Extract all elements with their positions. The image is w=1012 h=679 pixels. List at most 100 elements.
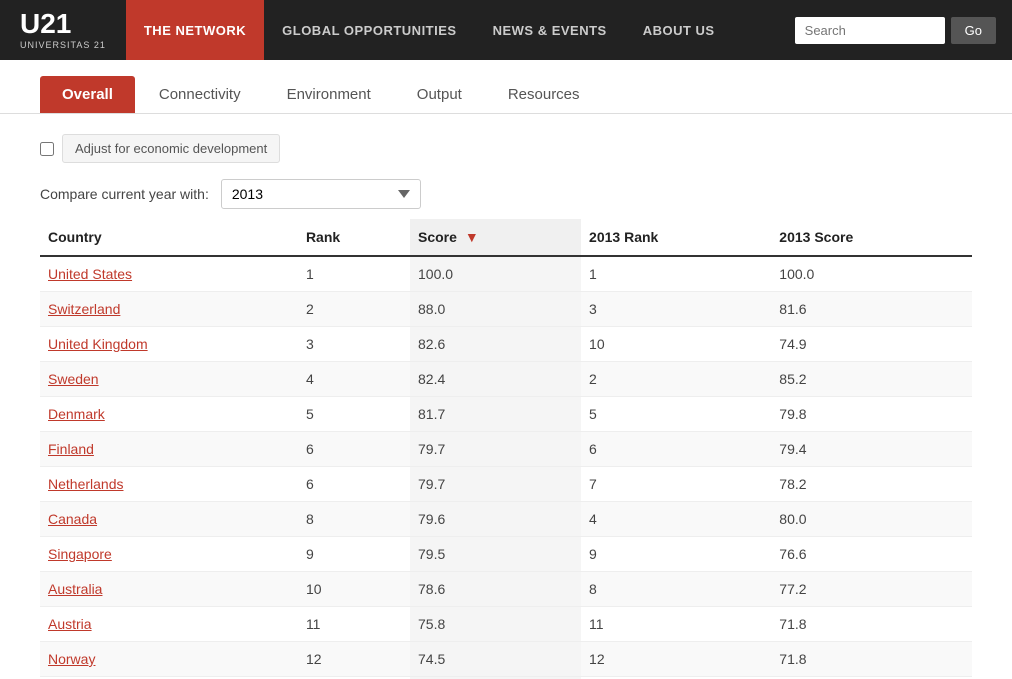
cell-rank: 10 (298, 572, 410, 607)
cell-score-2013: 85.2 (771, 362, 972, 397)
cell-score-2013: 74.9 (771, 327, 972, 362)
cell-country: Norway (40, 642, 298, 677)
country-link[interactable]: Denmark (48, 406, 105, 422)
country-link[interactable]: Singapore (48, 546, 112, 562)
nav-the-network[interactable]: THE NETWORK (126, 0, 264, 60)
col-country: Country (40, 219, 298, 256)
table-row: Netherlands679.7778.2 (40, 467, 972, 502)
cell-score-2013: 100.0 (771, 256, 972, 292)
compare-label: Compare current year with: (40, 186, 209, 202)
cell-country: Sweden (40, 362, 298, 397)
cell-rank-2013: 4 (581, 502, 771, 537)
table-row: Norway1274.51271.8 (40, 642, 972, 677)
cell-rank-2013: 5 (581, 397, 771, 432)
cell-score: 82.4 (410, 362, 581, 397)
table-row: Singapore979.5976.6 (40, 537, 972, 572)
cell-score-2013: 78.2 (771, 467, 972, 502)
cell-score-2013: 71.8 (771, 607, 972, 642)
cell-rank-2013: 6 (581, 432, 771, 467)
cell-score-2013: 81.6 (771, 292, 972, 327)
country-link[interactable]: Australia (48, 581, 102, 597)
cell-rank: 3 (298, 327, 410, 362)
cell-country: Australia (40, 572, 298, 607)
nav-links: THE NETWORK GLOBAL OPPORTUNITIES NEWS & … (126, 0, 779, 60)
search-input[interactable] (795, 17, 945, 44)
cell-rank: 4 (298, 362, 410, 397)
controls: Adjust for economic development Compare … (0, 114, 1012, 219)
nav-global-opportunities[interactable]: GLOBAL OPPORTUNITIES (264, 0, 474, 60)
col-rank: Rank (298, 219, 410, 256)
col-2013-score: 2013 Score (771, 219, 972, 256)
country-link[interactable]: Canada (48, 511, 97, 527)
cell-country: Finland (40, 432, 298, 467)
cell-score: 81.7 (410, 397, 581, 432)
cell-score: 78.6 (410, 572, 581, 607)
adjust-checkbox[interactable] (40, 142, 54, 156)
logo-main: U21 (20, 10, 106, 38)
nav-about-us[interactable]: ABOUT US (625, 0, 733, 60)
cell-rank: 2 (298, 292, 410, 327)
cell-rank-2013: 9 (581, 537, 771, 572)
country-link[interactable]: Norway (48, 651, 95, 667)
country-link[interactable]: Finland (48, 441, 94, 457)
search-area: Go (779, 0, 1012, 60)
table-row: Australia1078.6877.2 (40, 572, 972, 607)
cell-score-2013: 80.0 (771, 502, 972, 537)
cell-rank-2013: 10 (581, 327, 771, 362)
tab-output[interactable]: Output (395, 76, 484, 113)
country-link[interactable]: Switzerland (48, 301, 120, 317)
cell-rank: 12 (298, 642, 410, 677)
go-button[interactable]: Go (951, 17, 996, 44)
country-link[interactable]: United States (48, 266, 132, 282)
cell-rank: 6 (298, 432, 410, 467)
nav-news-events[interactable]: NEWS & EVENTS (475, 0, 625, 60)
tab-environment[interactable]: Environment (265, 76, 393, 113)
cell-rank: 1 (298, 256, 410, 292)
country-link[interactable]: Netherlands (48, 476, 124, 492)
cell-score-2013: 76.6 (771, 537, 972, 572)
cell-score: 79.7 (410, 432, 581, 467)
cell-rank-2013: 7 (581, 467, 771, 502)
tab-resources[interactable]: Resources (486, 76, 602, 113)
table-row: Denmark581.7579.8 (40, 397, 972, 432)
logo-sub: UNIVERSITAS 21 (20, 40, 106, 50)
compare-row: Compare current year with: 2013 2012 201… (40, 179, 972, 209)
cell-rank-2013: 2 (581, 362, 771, 397)
country-link[interactable]: Austria (48, 616, 92, 632)
cell-rank: 5 (298, 397, 410, 432)
cell-score: 100.0 (410, 256, 581, 292)
cell-rank: 11 (298, 607, 410, 642)
cell-country: Denmark (40, 397, 298, 432)
table-row: United States1100.01100.0 (40, 256, 972, 292)
cell-rank-2013: 8 (581, 572, 771, 607)
adjust-label[interactable]: Adjust for economic development (62, 134, 280, 163)
table-row: Canada879.6480.0 (40, 502, 972, 537)
cell-country: Singapore (40, 537, 298, 572)
data-table: Country Rank Score ▼ 2013 Rank 2013 Scor… (40, 219, 972, 679)
table-row: United Kingdom 382.61074.9 (40, 327, 972, 362)
compare-select[interactable]: 2013 2012 2011 2010 (221, 179, 421, 209)
cell-score: 82.6 (410, 327, 581, 362)
cell-rank-2013: 3 (581, 292, 771, 327)
table-row: Finland679.7679.4 (40, 432, 972, 467)
col-2013-rank: 2013 Rank (581, 219, 771, 256)
cell-score: 88.0 (410, 292, 581, 327)
navbar: U21 UNIVERSITAS 21 THE NETWORK GLOBAL OP… (0, 0, 1012, 60)
tab-connectivity[interactable]: Connectivity (137, 76, 263, 113)
table-row: Sweden 482.4285.2 (40, 362, 972, 397)
col-score[interactable]: Score ▼ (410, 219, 581, 256)
cell-score: 79.5 (410, 537, 581, 572)
cell-rank-2013: 11 (581, 607, 771, 642)
cell-country: Netherlands (40, 467, 298, 502)
adjust-row: Adjust for economic development (40, 134, 972, 163)
cell-score: 74.5 (410, 642, 581, 677)
logo[interactable]: U21 UNIVERSITAS 21 (0, 0, 126, 60)
table-wrap: Country Rank Score ▼ 2013 Rank 2013 Scor… (0, 219, 1012, 679)
cell-country: United States (40, 256, 298, 292)
cell-score: 75.8 (410, 607, 581, 642)
country-link[interactable]: Sweden (48, 371, 99, 387)
tab-overall[interactable]: Overall (40, 76, 135, 113)
country-link[interactable]: United Kingdom (48, 336, 148, 352)
cell-rank-2013: 12 (581, 642, 771, 677)
table-row: Switzerland 288.0381.6 (40, 292, 972, 327)
